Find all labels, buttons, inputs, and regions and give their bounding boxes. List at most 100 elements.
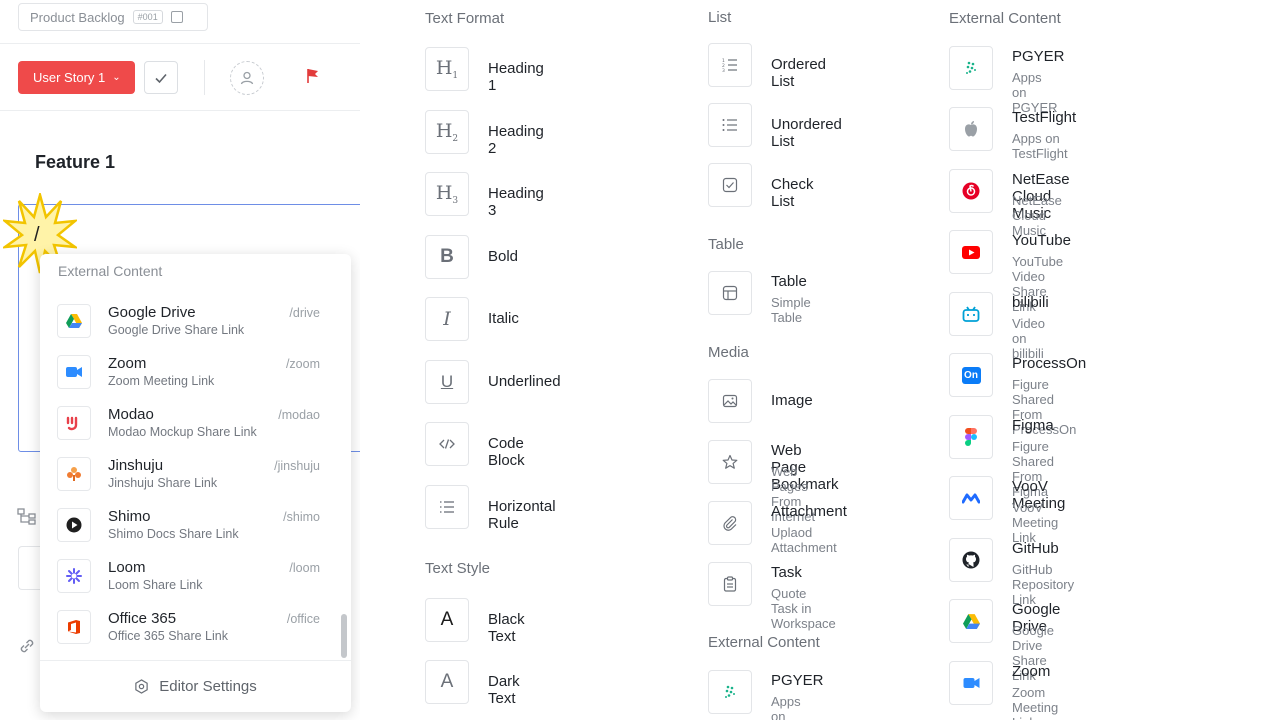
block-description: Zoom Meeting Link (1012, 685, 1059, 720)
editor-panel: Product Backlog #001 User Story 1 ⌄ Feat… (0, 0, 360, 720)
unordered-list-icon (708, 103, 752, 147)
user-icon (240, 71, 254, 85)
menu-item-name: Google Drive (108, 304, 196, 321)
section-heading-external-content: External Content (949, 10, 1061, 27)
block-label: Unordered List (771, 116, 842, 150)
menu-section-heading: External Content (58, 263, 163, 279)
loom-icon (57, 559, 91, 593)
figma-icon (949, 415, 993, 459)
priority-flag-button[interactable] (305, 67, 321, 90)
ordered-list-icon: 123 (708, 43, 752, 87)
flag-icon (307, 69, 318, 83)
menu-item-shortcut: /drive (289, 306, 320, 320)
block-label: Check List (771, 176, 814, 210)
menu-item-name: Loom (108, 559, 146, 576)
menu-item-description: Modao Mockup Share Link (108, 425, 257, 439)
code-block-icon (425, 422, 469, 466)
heading-3-icon: H3 (425, 172, 469, 216)
menu-item-description: Google Drive Share Link (108, 323, 245, 337)
star-icon (708, 440, 752, 484)
block-label: Heading 2 (488, 123, 544, 157)
block-label: PGYER (771, 672, 824, 689)
jinshuju-icon (57, 457, 91, 491)
block-description: Uplaod Attachment (771, 525, 837, 555)
menu-item-shimo[interactable]: Shimo Shimo Docs Share Link /shimo (40, 508, 351, 558)
divider (0, 110, 360, 111)
story-type-button[interactable]: User Story 1 ⌄ (18, 61, 135, 94)
block-description: Apps on PGYER (771, 694, 801, 720)
feature-title[interactable]: Feature 1 (35, 152, 115, 173)
divider (204, 60, 205, 95)
underline-icon: U (425, 360, 469, 404)
breadcrumb[interactable]: Product Backlog #001 (18, 3, 208, 31)
block-label: Horizontal Rule (488, 498, 556, 532)
section-heading-external-content: External Content (708, 634, 820, 651)
menu-item-shortcut: /jinshuju (274, 459, 320, 473)
zoom-icon (57, 355, 91, 389)
menu-scrollbar[interactable] (341, 614, 347, 658)
block-description: Simple Table (771, 295, 811, 325)
section-heading-list: List (708, 9, 732, 26)
block-label: Heading 1 (488, 60, 544, 94)
menu-item-loom[interactable]: Loom Loom Share Link /loom (40, 559, 351, 609)
menu-item-description: Jinshuju Share Link (108, 476, 218, 490)
block-label: Figma (1012, 417, 1054, 434)
menu-item-name: Shimo (108, 508, 151, 525)
hierarchy-icon[interactable] (17, 508, 37, 526)
menu-item-name: Zoom (108, 355, 147, 372)
netease-music-icon (949, 169, 993, 213)
menu-item-name: Office 365 (108, 610, 177, 627)
google-drive-icon (57, 304, 91, 338)
breadcrumb-id-badge: #001 (132, 10, 163, 24)
block-label: Ordered List (771, 56, 827, 90)
complete-button[interactable] (144, 61, 178, 94)
menu-item-zoom[interactable]: Zoom Zoom Meeting Link /zoom (40, 355, 351, 405)
assignee-button[interactable] (230, 61, 264, 95)
heading-1-icon: H1 (425, 47, 469, 91)
table-icon (708, 271, 752, 315)
section-heading-table: Table (708, 236, 744, 253)
link-icon[interactable] (17, 636, 37, 656)
editor-settings-button[interactable]: Editor Settings (40, 660, 351, 712)
block-label: YouTube (1012, 232, 1071, 249)
block-label: PGYER (1012, 48, 1065, 65)
check-list-icon (708, 163, 752, 207)
menu-item-office-365[interactable]: Office 365 Office 365 Share Link /office (40, 610, 351, 660)
slash-command-menu: External Content Google Drive Google Dri… (40, 254, 351, 712)
section-heading-media: Media (708, 344, 749, 361)
modao-icon (57, 406, 91, 440)
apple-icon (949, 107, 993, 151)
menu-item-shortcut: /zoom (285, 357, 320, 371)
menu-item-shortcut: /modao (278, 408, 320, 422)
shimo-icon (57, 508, 91, 542)
divider (0, 43, 360, 44)
zoom-icon (949, 661, 993, 705)
slash-command-input[interactable]: / (34, 224, 40, 247)
copy-icon[interactable] (170, 11, 183, 23)
section-heading-text-style: Text Style (425, 560, 491, 577)
menu-item-description: Shimo Docs Share Link (108, 527, 239, 541)
block-description: Quote Task in Workspace (771, 586, 836, 631)
pgyer-icon (708, 670, 752, 714)
image-icon (708, 379, 752, 423)
block-label: Bold (488, 248, 519, 265)
menu-item-google-drive[interactable]: Google Drive Google Drive Share Link /dr… (40, 304, 351, 354)
black-text-icon: A (425, 598, 469, 642)
section-heading-text-format: Text Format (425, 10, 505, 27)
gear-icon (135, 679, 148, 694)
menu-item-modao[interactable]: Modao Modao Mockup Share Link /modao (40, 406, 351, 456)
menu-item-shortcut: /office (286, 612, 320, 626)
menu-item-name: Modao (108, 406, 154, 423)
voov-meeting-icon (949, 476, 993, 520)
block-label: Image (771, 392, 813, 409)
block-label: Heading 3 (488, 185, 544, 219)
editor-settings-label: Editor Settings (159, 678, 257, 695)
story-type-label: User Story 1 (33, 70, 106, 85)
dark-text-icon: A (425, 660, 469, 704)
menu-item-jinshuju[interactable]: Jinshuju Jinshuju Share Link /jinshuju (40, 457, 351, 507)
github-icon (949, 538, 993, 582)
block-label: Italic (488, 310, 519, 327)
italic-icon: I (425, 297, 469, 341)
menu-item-shortcut: /shimo (283, 510, 320, 524)
breadcrumb-label: Product Backlog (30, 9, 125, 25)
